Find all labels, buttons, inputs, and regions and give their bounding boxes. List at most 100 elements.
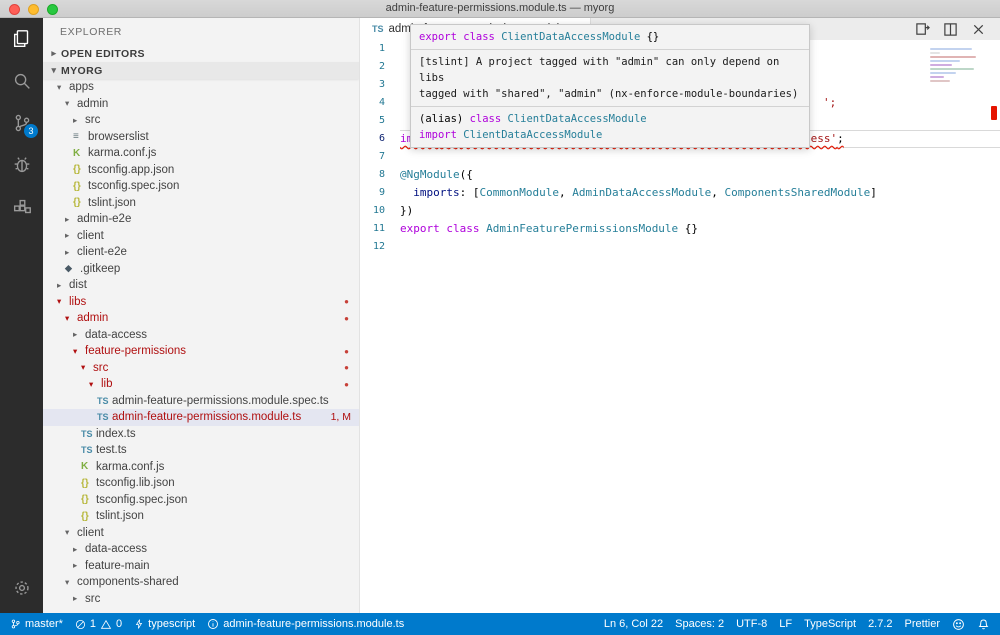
tree-folder-admin[interactable]: ▾admin [43, 96, 359, 113]
tree-file-admin-feature-permissions.module.spec.ts[interactable]: TSadmin-feature-permissions.module.spec.… [43, 393, 359, 410]
line-number: 10 [360, 202, 400, 220]
line-number: 12 [360, 238, 400, 256]
project-root-header[interactable]: ▾ MYORG [43, 62, 359, 79]
code-line-10[interactable]: 10}) [360, 202, 1000, 220]
tree-folder-feature-main[interactable]: ▸feature-main [43, 558, 359, 575]
tree-file-tslint.json[interactable]: {}tslint.json [43, 195, 359, 212]
tree-item-label: tslint.json [96, 510, 144, 522]
tree-item-label: admin-e2e [77, 213, 131, 225]
search-icon[interactable] [0, 60, 43, 102]
typescript-status[interactable]: typescript [134, 618, 195, 630]
eol-setting[interactable]: LF [779, 618, 792, 630]
zoom-window-button[interactable] [47, 4, 58, 15]
chevron-right-icon: ▸ [73, 329, 85, 340]
tree-folder-src[interactable]: ▸src [43, 591, 359, 608]
code-token: export [419, 31, 457, 43]
bell-icon [977, 618, 990, 631]
tree-folder-data-access[interactable]: ▸data-access [43, 541, 359, 558]
warning-count: 0 [116, 618, 122, 630]
line-number: 3 [360, 76, 400, 94]
close-icon[interactable] [971, 22, 986, 37]
file-info-status[interactable]: admin-feature-permissions.module.ts [207, 618, 404, 630]
code-token: {} [678, 222, 698, 235]
branch-name: master* [25, 618, 63, 630]
feedback-smiley[interactable] [952, 618, 965, 631]
problems-status[interactable]: 1 0 [75, 618, 122, 630]
tree-folder-admin[interactable]: ▾admin● [43, 310, 359, 327]
cursor-position[interactable]: Ln 6, Col 22 [604, 618, 663, 630]
tree-file-karma.conf.js[interactable]: Kkarma.conf.js [43, 459, 359, 476]
debug-icon[interactable] [0, 144, 43, 186]
git-branch-status[interactable]: master* [10, 618, 63, 630]
ts-file-icon: TS [81, 429, 96, 439]
open-changes-icon[interactable] [915, 22, 930, 37]
source-control-icon[interactable]: 3 [0, 102, 43, 144]
formatter-status[interactable]: Prettier [905, 618, 940, 630]
code-line-9[interactable]: 9 imports: [CommonModule, AdminDataAcces… [360, 184, 1000, 202]
minimap[interactable] [930, 44, 984, 84]
code-line-7[interactable]: 7 [360, 148, 1000, 166]
tree-file-tsconfig.app.json[interactable]: {}tsconfig.app.json [43, 162, 359, 179]
tree-file-admin-feature-permissions.module.ts[interactable]: TSadmin-feature-permissions.module.ts1, … [43, 409, 359, 426]
close-window-button[interactable] [9, 4, 20, 15]
tree-folder-lib[interactable]: ▾lib● [43, 376, 359, 393]
tree-file-tslint.json[interactable]: {}tslint.json [43, 508, 359, 525]
branch-icon [10, 618, 21, 630]
tree-folder-components-shared[interactable]: ▾components-shared [43, 574, 359, 591]
info-icon [207, 618, 219, 630]
tree-folder-client[interactable]: ▸client [43, 228, 359, 245]
code-token: ({ [460, 168, 473, 181]
minimize-window-button[interactable] [28, 4, 39, 15]
minimap-line [930, 76, 944, 78]
overview-ruler[interactable] [989, 18, 998, 613]
hover-symbol-info: (alias) class ClientDataAccessModule imp… [411, 106, 809, 147]
language-mode[interactable]: TypeScript [804, 618, 856, 630]
tree-file-tsconfig.spec.json[interactable]: {}tsconfig.spec.json [43, 178, 359, 195]
hover-lint-message: [tslint] A project tagged with "admin" c… [411, 49, 809, 106]
tree-folder-client[interactable]: ▾client [43, 525, 359, 542]
settings-gear-icon[interactable] [0, 567, 43, 609]
project-root-label: MYORG [61, 65, 103, 77]
tree-file-tsconfig.lib.json[interactable]: {}tsconfig.lib.json [43, 475, 359, 492]
tree-file-browserslist[interactable]: ≡browserslist [43, 129, 359, 146]
tree-item-label: karma.conf.js [88, 147, 156, 159]
code-line-8[interactable]: 8@NgModule({ [360, 166, 1000, 184]
tree-item-label: index.ts [96, 428, 136, 440]
open-editors-header[interactable]: ▸ OPEN EDITORS [43, 45, 359, 62]
tree-item-label: data-access [85, 543, 147, 555]
activity-bar: 3 [0, 18, 43, 613]
tree-folder-feature-permissions[interactable]: ▾feature-permissions● [43, 343, 359, 360]
scm-badge: 3 [24, 124, 38, 138]
line-number: 11 [360, 220, 400, 238]
code-line-12[interactable]: 12 [360, 238, 1000, 256]
explorer-icon[interactable] [0, 18, 43, 60]
tree-item-label: tsconfig.lib.json [96, 477, 175, 489]
tree-file-tsconfig.spec.json[interactable]: {}tsconfig.spec.json [43, 492, 359, 509]
tree-file-index.ts[interactable]: TSindex.ts [43, 426, 359, 443]
notifications-bell[interactable] [977, 618, 990, 631]
split-editor-icon[interactable] [943, 22, 958, 37]
chevron-down-icon: ▾ [89, 379, 101, 390]
tree-folder-dist[interactable]: ▸dist [43, 277, 359, 294]
tree-folder-libs[interactable]: ▾libs● [43, 294, 359, 311]
chevron-down-icon: ▾ [57, 82, 69, 93]
extensions-icon[interactable] [0, 186, 43, 228]
window-controls [9, 4, 58, 15]
typescript-version[interactable]: 2.7.2 [868, 618, 892, 630]
tree-folder-client-e2e[interactable]: ▸client-e2e [43, 244, 359, 261]
code-line-11[interactable]: 11export class AdminFeaturePermissionsMo… [360, 220, 1000, 238]
tree-file-test.ts[interactable]: TStest.ts [43, 442, 359, 459]
indentation-setting[interactable]: Spaces: 2 [675, 618, 724, 630]
tree-file-karma.conf.js[interactable]: Kkarma.conf.js [43, 145, 359, 162]
tree-file-.gitkeep[interactable]: ◆.gitkeep [43, 261, 359, 278]
tree-folder-apps[interactable]: ▾apps [43, 79, 359, 96]
tree-folder-src[interactable]: ▾src● [43, 360, 359, 377]
tree-folder-admin-e2e[interactable]: ▸admin-e2e [43, 211, 359, 228]
tree-folder-src[interactable]: ▸src [43, 112, 359, 129]
tree-folder-data-access[interactable]: ▸data-access [43, 327, 359, 344]
encoding-setting[interactable]: UTF-8 [736, 618, 767, 630]
minimap-line [930, 56, 976, 58]
json-file-icon: {} [73, 181, 88, 192]
status-bar: master* 1 0 typescript admin-feature-per… [0, 613, 1000, 635]
tree-item-label: admin-feature-permissions.module.spec.ts [112, 395, 329, 407]
